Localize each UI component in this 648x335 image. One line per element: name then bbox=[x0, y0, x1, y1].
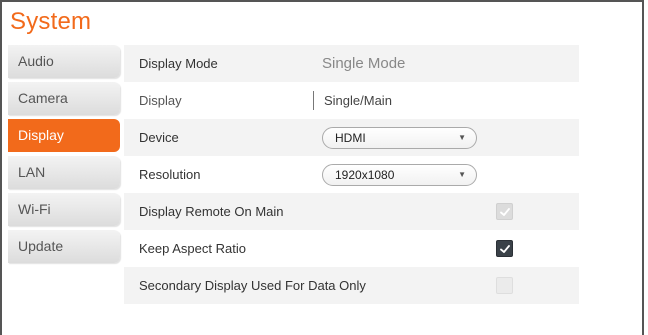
display-remote-on-main-row: Display Remote On Main bbox=[124, 193, 579, 230]
sidebar-item-update[interactable]: Update bbox=[8, 230, 120, 263]
device-select[interactable]: HDMI ▼ bbox=[322, 127, 477, 149]
device-label: Device bbox=[139, 130, 179, 145]
sidebar: Audio Camera Display LAN Wi-Fi Update bbox=[8, 45, 120, 267]
keep-aspect-ratio-row: Keep Aspect Ratio bbox=[124, 230, 579, 267]
display-settings-panel: Display Mode Single Mode Display Single/… bbox=[124, 45, 579, 304]
settings-window: System Audio Camera Display LAN Wi-Fi Up… bbox=[0, 0, 644, 335]
display-row: Display Single/Main bbox=[124, 82, 579, 119]
chevron-down-icon: ▼ bbox=[458, 133, 466, 142]
chevron-down-icon: ▼ bbox=[458, 170, 466, 179]
secondary-display-data-only-label: Secondary Display Used For Data Only bbox=[139, 278, 366, 293]
device-selected-value: HDMI bbox=[335, 131, 366, 145]
sidebar-item-lan[interactable]: LAN bbox=[8, 156, 120, 189]
display-mode-value: Single Mode bbox=[322, 55, 406, 72]
checkmark-icon bbox=[499, 207, 510, 216]
resolution-select[interactable]: 1920x1080 ▼ bbox=[322, 164, 477, 186]
sidebar-item-display[interactable]: Display bbox=[8, 119, 120, 152]
keep-aspect-ratio-label: Keep Aspect Ratio bbox=[139, 241, 246, 256]
display-label: Display bbox=[139, 93, 182, 108]
sidebar-item-camera[interactable]: Camera bbox=[8, 82, 120, 115]
secondary-display-data-only-checkbox[interactable] bbox=[496, 277, 513, 294]
display-mode-label: Display Mode bbox=[139, 56, 218, 71]
secondary-display-data-only-row: Secondary Display Used For Data Only bbox=[124, 267, 579, 304]
resolution-row: Resolution 1920x1080 ▼ bbox=[124, 156, 579, 193]
display-divider bbox=[313, 91, 314, 110]
page-title: System bbox=[10, 8, 92, 35]
device-row: Device HDMI ▼ bbox=[124, 119, 579, 156]
display-remote-on-main-label: Display Remote On Main bbox=[139, 204, 284, 219]
display-value: Single/Main bbox=[324, 93, 392, 108]
display-mode-row: Display Mode Single Mode bbox=[124, 45, 579, 82]
sidebar-item-audio[interactable]: Audio bbox=[8, 45, 120, 78]
sidebar-item-wifi[interactable]: Wi-Fi bbox=[8, 193, 120, 226]
display-remote-on-main-checkbox[interactable] bbox=[496, 203, 513, 220]
keep-aspect-ratio-checkbox[interactable] bbox=[496, 240, 513, 257]
checkmark-icon bbox=[499, 244, 510, 253]
resolution-label: Resolution bbox=[139, 167, 201, 182]
resolution-selected-value: 1920x1080 bbox=[335, 168, 395, 182]
